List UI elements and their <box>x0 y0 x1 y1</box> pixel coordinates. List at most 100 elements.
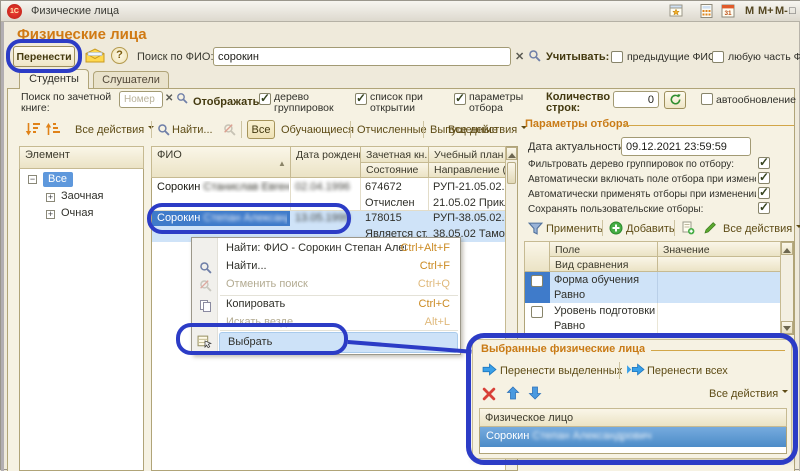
menu-item-select[interactable]: Выбрать <box>219 332 458 353</box>
tree-expander-plus-icon[interactable]: + <box>46 193 55 202</box>
col-header-birth[interactable]: Дата рождения <box>290 146 361 178</box>
fio-search-input[interactable] <box>213 47 511 66</box>
apply-filter-button[interactable]: Применить <box>546 223 603 235</box>
filter-col-field-label: Поле <box>555 244 580 256</box>
menu-item-label: Найти... <box>226 260 267 272</box>
selected-row[interactable]: Сорокин Степан Александрович <box>480 427 786 447</box>
menu-item-find[interactable]: Найти... Ctrl+F <box>220 258 456 276</box>
col-header-plan-label: Учебный план <box>434 149 503 161</box>
tab-students[interactable]: Студенты <box>19 69 89 89</box>
consider-prev-checkbox[interactable] <box>611 51 623 63</box>
params-all-actions-label: Все действия <box>723 223 792 235</box>
list-all-actions-button[interactable]: Все действия <box>75 124 154 136</box>
col-header-book[interactable]: Зачетная кн... <box>360 146 429 163</box>
filter-row-selected[interactable]: Форма обучения Равно <box>525 272 780 303</box>
move-down-icon[interactable] <box>528 386 542 403</box>
gradebook-go-icon[interactable] <box>176 92 188 107</box>
col-header-fio[interactable]: ФИО <box>151 146 291 178</box>
filter-row[interactable]: Уровень подготовки Равно <box>525 303 780 334</box>
move-up-icon[interactable] <box>506 386 520 403</box>
auto-apply-option-checkbox[interactable] <box>758 187 770 199</box>
filter-table-scrollbar[interactable] <box>780 242 793 334</box>
memory-mminus-button[interactable]: M- <box>775 5 788 17</box>
menu-item-copy[interactable]: Копировать Ctrl+C <box>220 296 456 314</box>
rows-count-label2: строк: <box>546 102 580 114</box>
filter-col-field[interactable]: Поле <box>549 241 658 257</box>
col-header-state[interactable]: Состояние <box>360 162 429 178</box>
move-all-button[interactable]: Перенести всех <box>647 365 728 377</box>
display-list-checkbox[interactable] <box>355 93 367 105</box>
person-birthdate-redacted: 13.05.1999 <box>295 212 357 224</box>
gradebook-clear-icon[interactable]: ✕ <box>165 93 173 104</box>
display-params-checkbox[interactable] <box>454 93 466 105</box>
segment-studying-button[interactable]: Обучающиеся <box>281 124 354 136</box>
table-row[interactable]: Сорокин Станислав Евгеньевич 02.04.1996 … <box>152 178 505 210</box>
gradebook-search-input[interactable] <box>119 91 163 108</box>
autorefresh-checkbox[interactable] <box>701 93 713 105</box>
person-plan: РУП-38.05.02.00-0 <box>433 212 505 224</box>
save-filters-option-checkbox[interactable] <box>758 202 770 214</box>
edit-filter-icon[interactable] <box>703 221 717 238</box>
add-filter-button[interactable]: Добавить <box>626 223 675 235</box>
calculator-icon[interactable] <box>697 3 715 20</box>
memory-m-button[interactable]: M <box>745 5 754 17</box>
filter-row-checkbox[interactable] <box>531 275 543 287</box>
scroll-up-button[interactable] <box>506 147 517 160</box>
calendar-icon[interactable]: 31 <box>719 3 737 20</box>
filter-col-compare[interactable]: Вид сравнения <box>549 256 658 272</box>
add-filter-icon <box>609 221 623 238</box>
memory-mplus-button[interactable]: M+ <box>758 5 774 17</box>
menu-item-cancel-search[interactable]: Отменить поиск Ctrl+Q <box>220 276 456 294</box>
selected-panel-title: Выбранные физические лица <box>481 343 645 355</box>
selected-all-actions-button[interactable]: Все действия <box>709 388 788 400</box>
refresh-count-button[interactable] <box>664 91 686 109</box>
tree-header: Элемент <box>19 146 144 169</box>
tree-expander-minus-icon[interactable]: − <box>28 175 37 184</box>
move-selected-button[interactable]: Перенести выделенных <box>500 365 622 377</box>
menu-item-find-fio[interactable]: Найти: ФИО - Сорокин Степан Алекс... Ctr… <box>220 240 456 258</box>
help-icon[interactable]: ? <box>111 47 128 64</box>
find-button[interactable]: Найти... <box>172 124 213 136</box>
display-tree-checkbox[interactable] <box>259 93 271 105</box>
scroll-up-button[interactable] <box>781 242 793 255</box>
autorefresh-label: автообновление <box>716 94 796 106</box>
envelope-icon[interactable] <box>85 48 105 66</box>
sort-descending-icon[interactable] <box>25 122 41 140</box>
selected-col-person[interactable]: Физическое лицо <box>479 408 787 427</box>
filter-col-compare-label: Вид сравнения <box>555 259 628 271</box>
scroll-thumb[interactable] <box>507 162 516 184</box>
cancel-find-icon[interactable] <box>223 123 236 139</box>
tree-item-ochnaya[interactable]: Очная <box>61 207 93 219</box>
app-logo-icon: 1С <box>7 4 22 19</box>
sort-ascending-icon[interactable] <box>45 122 61 140</box>
scroll-down-button[interactable] <box>781 321 793 334</box>
tab-listeners[interactable]: Слушатели <box>93 71 169 89</box>
filter-tree-option-label: Фильтровать дерево группировок по отбору… <box>528 159 753 170</box>
menu-item-label: Отменить поиск <box>226 278 308 290</box>
tree-item-zaochnaya[interactable]: Заочная <box>61 190 104 202</box>
filter-tree-option-checkbox[interactable] <box>758 157 770 169</box>
col-header-plan[interactable]: Учебный план <box>428 146 506 163</box>
fio-search-clear-icon[interactable]: ✕ <box>515 50 524 63</box>
params-all-actions-button[interactable]: Все действия <box>723 223 800 235</box>
segment-expelled-button[interactable]: Отчисленные <box>357 124 427 136</box>
actuality-date-input[interactable] <box>621 137 751 156</box>
list-all-actions-right-button[interactable]: Все действия <box>448 124 527 136</box>
transfer-button[interactable]: Перенести <box>13 46 75 67</box>
filter-row-checkbox[interactable] <box>531 306 543 318</box>
segment-all-button[interactable]: Все <box>247 120 275 139</box>
maximize-button[interactable]: □ <box>789 5 796 17</box>
filter-col-indicator <box>524 241 550 272</box>
delete-icon[interactable] <box>482 387 496 404</box>
consider-any-checkbox[interactable] <box>712 51 724 63</box>
rows-count-input[interactable] <box>613 91 659 108</box>
col-header-direction[interactable]: Направление (спе <box>428 162 506 178</box>
auto-include-option-checkbox[interactable] <box>758 172 770 184</box>
tree-expander-plus-icon[interactable]: + <box>46 210 55 219</box>
auto-include-option-label: Автоматически включать поле отбора при и… <box>528 174 756 185</box>
filter-col-value[interactable]: Значение <box>657 241 781 257</box>
tree-item-all[interactable]: Все <box>43 172 73 187</box>
fio-search-go-icon[interactable] <box>528 49 541 65</box>
service-window-icon[interactable] <box>667 3 685 20</box>
copy-filter-icon[interactable] <box>681 221 695 238</box>
